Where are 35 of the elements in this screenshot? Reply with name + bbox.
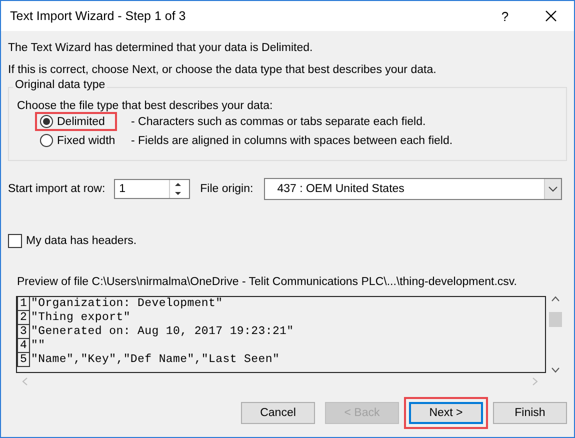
radio-option[interactable]: Delimited (35, 112, 117, 131)
line-number: 5 (17, 353, 30, 367)
line-number: 2 (17, 311, 30, 325)
preview-line: "" (31, 339, 46, 353)
scroll-down-icon[interactable] (551, 367, 560, 373)
start-row-label: Start import at row: (8, 183, 106, 195)
line-number: 3 (17, 325, 30, 339)
scroll-thumb[interactable] (549, 312, 562, 327)
preview-label: Preview of file C:\Users\nirmalma\OneDrive - Telit Communications PLC\...\thing-development.csv. (17, 276, 518, 288)
radio-option[interactable]: Fixed width (35, 131, 117, 150)
preview-line: "Generated on: Aug 10, 2017 19:23:21" (31, 325, 294, 339)
intro-text: If this is correct, choose Next, or choose the data type that best describes your data. (8, 63, 438, 78)
dialog-button[interactable]: Cancel (241, 402, 315, 424)
dialog-button[interactable]: Next > (409, 402, 483, 424)
vertical-scrollbar[interactable] (546, 296, 565, 373)
preview-line: "Name","Key","Def Name","Last Seen" (31, 353, 280, 367)
prompt-text: Choose the file type that best describes your data: (17, 100, 274, 112)
group-title: Original data type (13, 79, 108, 91)
line-number: 4 (17, 339, 30, 353)
chevron-down-icon[interactable] (548, 186, 558, 192)
option-description: - Fields are aligned in columns with spaces between each field. (131, 134, 453, 146)
window-title: Text Import Wizard - Step 1 of 3 (10, 9, 187, 23)
close-icon[interactable] (545, 10, 557, 22)
preview-line: "Organization: Development" (31, 297, 223, 311)
dialog-button[interactable]: Finish (493, 402, 567, 424)
file-origin-dropdown[interactable]: 437 : OEM United States (264, 178, 562, 200)
headers-checkbox[interactable]: My data has headers. (8, 234, 567, 248)
line-number: 1 (17, 297, 30, 311)
help-button[interactable]: ? (482, 8, 528, 24)
option-description: - Characters such as commas or tabs separate each field. (131, 116, 426, 128)
scroll-up-icon[interactable] (551, 296, 560, 302)
intro-text: The Text Wizard has determined that your data is Delimited. (8, 41, 314, 56)
start-row-spinner[interactable]: 1 (114, 179, 190, 199)
file-origin-label: File origin: (200, 183, 254, 195)
preview-line: "Thing export" (31, 311, 130, 325)
